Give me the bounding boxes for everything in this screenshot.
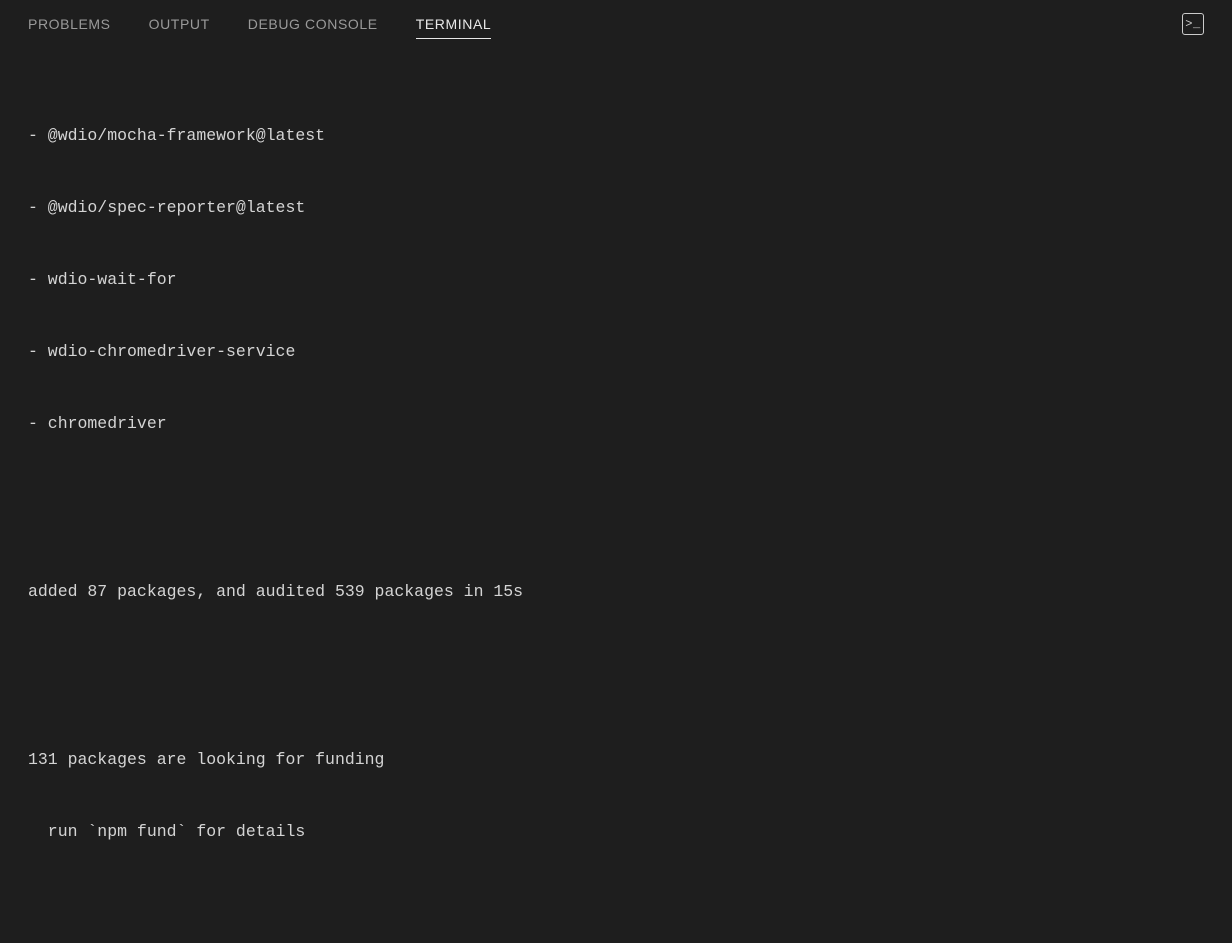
panel-tabbar: PROBLEMS OUTPUT DEBUG CONSOLE TERMINAL >…	[0, 0, 1232, 48]
blank-line	[28, 652, 1204, 676]
tab-terminal[interactable]: TERMINAL	[416, 10, 492, 39]
funding-line: 131 packages are looking for funding	[28, 748, 1204, 772]
terminal-output[interactable]: - @wdio/mocha-framework@latest - @wdio/s…	[0, 48, 1232, 943]
blank-line	[28, 484, 1204, 508]
pkg-line: - wdio-wait-for	[28, 268, 1204, 292]
funding-line: run `npm fund` for details	[28, 820, 1204, 844]
tab-problems[interactable]: PROBLEMS	[28, 10, 111, 38]
blank-line	[28, 892, 1204, 916]
install-summary: added 87 packages, and audited 539 packa…	[28, 580, 1204, 604]
pkg-line: - chromedriver	[28, 412, 1204, 436]
pkg-line: - @wdio/spec-reporter@latest	[28, 196, 1204, 220]
terminal-panel-icon[interactable]: >_	[1182, 13, 1204, 35]
tab-output[interactable]: OUTPUT	[149, 10, 210, 38]
pkg-line: - @wdio/mocha-framework@latest	[28, 124, 1204, 148]
tab-debug-console[interactable]: DEBUG CONSOLE	[248, 10, 378, 38]
pkg-line: - wdio-chromedriver-service	[28, 340, 1204, 364]
